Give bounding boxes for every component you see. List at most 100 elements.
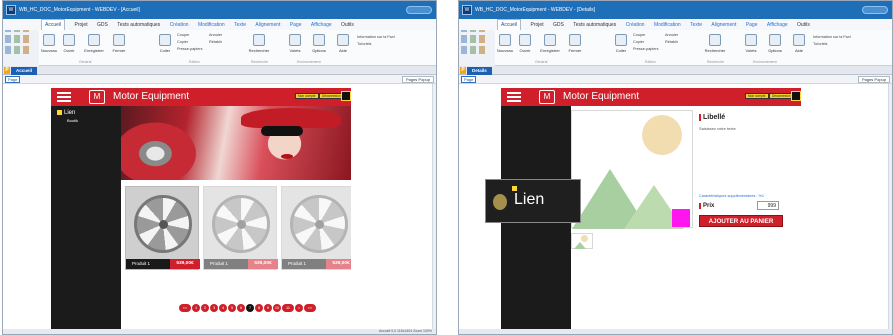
page-tag[interactable]: Page xyxy=(461,76,477,83)
doc-tab-details[interactable]: Details xyxy=(467,67,492,75)
popup-pages-button[interactable]: Pages Popup xyxy=(401,76,434,83)
copy-button[interactable]: Copier xyxy=(177,40,188,44)
pager-current[interactable]: 7 xyxy=(246,304,254,312)
nav-link-lien[interactable]: Lien xyxy=(57,110,75,117)
pager-next[interactable]: > xyxy=(295,304,303,312)
hamburger-menu-icon[interactable] xyxy=(57,92,71,102)
clipboard-button[interactable]: Presse-papiers xyxy=(177,47,203,51)
site-header: M Motor Equipment Mon compte Déconnexion xyxy=(501,88,801,106)
close-button[interactable]: Fermer xyxy=(565,34,585,53)
open-button[interactable]: Ouvrir xyxy=(59,34,79,53)
pager-page[interactable]: 11 xyxy=(282,304,294,312)
paste-icon xyxy=(615,34,627,46)
panels-button[interactable]: Volets xyxy=(285,34,305,53)
editor-canvas[interactable]: Lien Boutik M Motor Equipment Mon compte… xyxy=(3,84,436,331)
help-button[interactable]: Aide xyxy=(333,34,353,53)
paste-button[interactable]: Coller xyxy=(611,34,631,53)
info-fwd-link[interactable]: Information sur la Fwd xyxy=(813,35,851,39)
description-text[interactable]: Saisissez votre texte xyxy=(699,126,736,131)
price-field[interactable]: 999 xyxy=(757,201,779,210)
product-card[interactable]: Produit 1 539,00€ xyxy=(281,186,351,270)
search-button[interactable]: Rechercher xyxy=(245,34,273,53)
window-controls[interactable] xyxy=(862,6,888,14)
save-button[interactable]: Enregistrer xyxy=(81,34,107,53)
new-icon xyxy=(499,34,511,46)
product-card[interactable]: Produit 1 539,00€ xyxy=(125,186,200,270)
pager-page[interactable]: 1 xyxy=(192,304,200,312)
product-name: Produit 1 xyxy=(288,261,307,266)
add-to-cart-button[interactable]: AJOUTER AU PANIER xyxy=(699,215,783,227)
hamburger-menu-icon[interactable] xyxy=(507,92,521,102)
pager-page[interactable]: 5 xyxy=(228,304,236,312)
undo-button[interactable]: Annuler xyxy=(665,33,678,37)
pager-page[interactable]: 2 xyxy=(201,304,209,312)
cut-button[interactable]: Couper xyxy=(177,33,189,37)
pager-page[interactable]: 4 xyxy=(219,304,227,312)
page-tag[interactable]: Page xyxy=(5,76,21,83)
product-grid: Produit 1 539,00€ Produit 1 539,00€ Prod… xyxy=(125,186,351,270)
nav-sub-boutik[interactable]: Boutik xyxy=(67,118,78,123)
site-sidebar: Lien Boutik xyxy=(51,88,121,331)
logo-icon[interactable]: M xyxy=(89,90,105,104)
tutorials-link[interactable]: Tutoriels xyxy=(357,42,371,46)
lips-shape xyxy=(281,154,293,159)
new-button[interactable]: Nouveau xyxy=(495,34,515,53)
options-button[interactable]: Options xyxy=(309,34,329,53)
group-environment: Environnement xyxy=(753,60,777,64)
panels-button[interactable]: Volets xyxy=(741,34,761,53)
redo-button[interactable]: Rétablir xyxy=(209,40,222,44)
logout-button[interactable]: Déconnexion xyxy=(769,93,794,99)
product-card[interactable]: Produit 1 539,00€ xyxy=(203,186,278,270)
help-button[interactable]: Aide xyxy=(789,34,809,53)
pager-first[interactable]: << xyxy=(179,304,191,312)
info-fwd-link[interactable]: Information sur la Fwd xyxy=(357,35,395,39)
vertical-scrollbar[interactable] xyxy=(888,84,892,331)
tutorials-link[interactable]: Tutoriels xyxy=(813,42,827,46)
resize-handle[interactable] xyxy=(672,209,690,227)
popup-pages-button[interactable]: Pages Popup xyxy=(857,76,890,83)
new-icon xyxy=(43,34,55,46)
group-general: Général xyxy=(535,60,548,64)
group-edition: Edition xyxy=(189,60,200,64)
page-toolbar: Page Pages Popup xyxy=(3,75,436,84)
doc-tab-accueil[interactable]: Accueil xyxy=(11,67,38,75)
wheel-image xyxy=(212,195,270,253)
pager-page[interactable]: 6 xyxy=(237,304,245,312)
lien-zoom-callout[interactable]: Lien xyxy=(485,179,581,223)
options-button[interactable]: Options xyxy=(765,34,785,53)
editor-canvas[interactable]: M Motor Equipment Mon compte Déconnexion… xyxy=(459,84,892,331)
search-button[interactable]: Rechercher xyxy=(701,34,729,53)
pager-page[interactable]: 9 xyxy=(264,304,272,312)
cart-icon[interactable] xyxy=(791,91,801,101)
options-icon xyxy=(769,34,781,46)
logout-button[interactable]: Déconnexion xyxy=(319,93,344,99)
open-button[interactable]: Ouvrir xyxy=(515,34,535,53)
webdev-app-icon[interactable]: W xyxy=(462,5,472,15)
close-button[interactable]: Fermer xyxy=(109,34,129,53)
window-controls[interactable] xyxy=(406,6,432,14)
product-image-placeholder[interactable] xyxy=(571,110,693,229)
title-bar: W WB_HC_DOC_MotorEquipment - WEBDEV - [D… xyxy=(459,1,892,19)
cart-icon[interactable] xyxy=(341,91,351,101)
redo-button[interactable]: Rétablir xyxy=(665,40,678,44)
pager-last[interactable]: >> xyxy=(304,304,316,312)
new-button[interactable]: Nouveau xyxy=(39,34,59,53)
characteristics-text[interactable]: Caractéristiques supplémentaires : %1 xyxy=(699,194,764,198)
pager-page[interactable]: 3 xyxy=(210,304,218,312)
save-button[interactable]: Enregistrer xyxy=(537,34,563,53)
copy-button[interactable]: Copier xyxy=(633,40,644,44)
undo-button[interactable]: Annuler xyxy=(209,33,222,37)
my-account-button[interactable]: Mon compte xyxy=(295,93,319,99)
my-account-button[interactable]: Mon compte xyxy=(745,93,769,99)
pager-page[interactable]: 8 xyxy=(255,304,263,312)
thumbnail-image[interactable] xyxy=(571,233,593,249)
webdev-app-icon[interactable]: W xyxy=(6,5,16,15)
search-icon xyxy=(253,34,265,46)
cut-button[interactable]: Couper xyxy=(633,33,645,37)
paste-icon xyxy=(159,34,171,46)
paste-button[interactable]: Coller xyxy=(155,34,175,53)
logo-icon[interactable]: M xyxy=(539,90,555,104)
clipboard-button[interactable]: Presse-papiers xyxy=(633,47,659,51)
pager-page[interactable]: 10 xyxy=(273,304,281,312)
vertical-scrollbar[interactable] xyxy=(432,84,436,331)
